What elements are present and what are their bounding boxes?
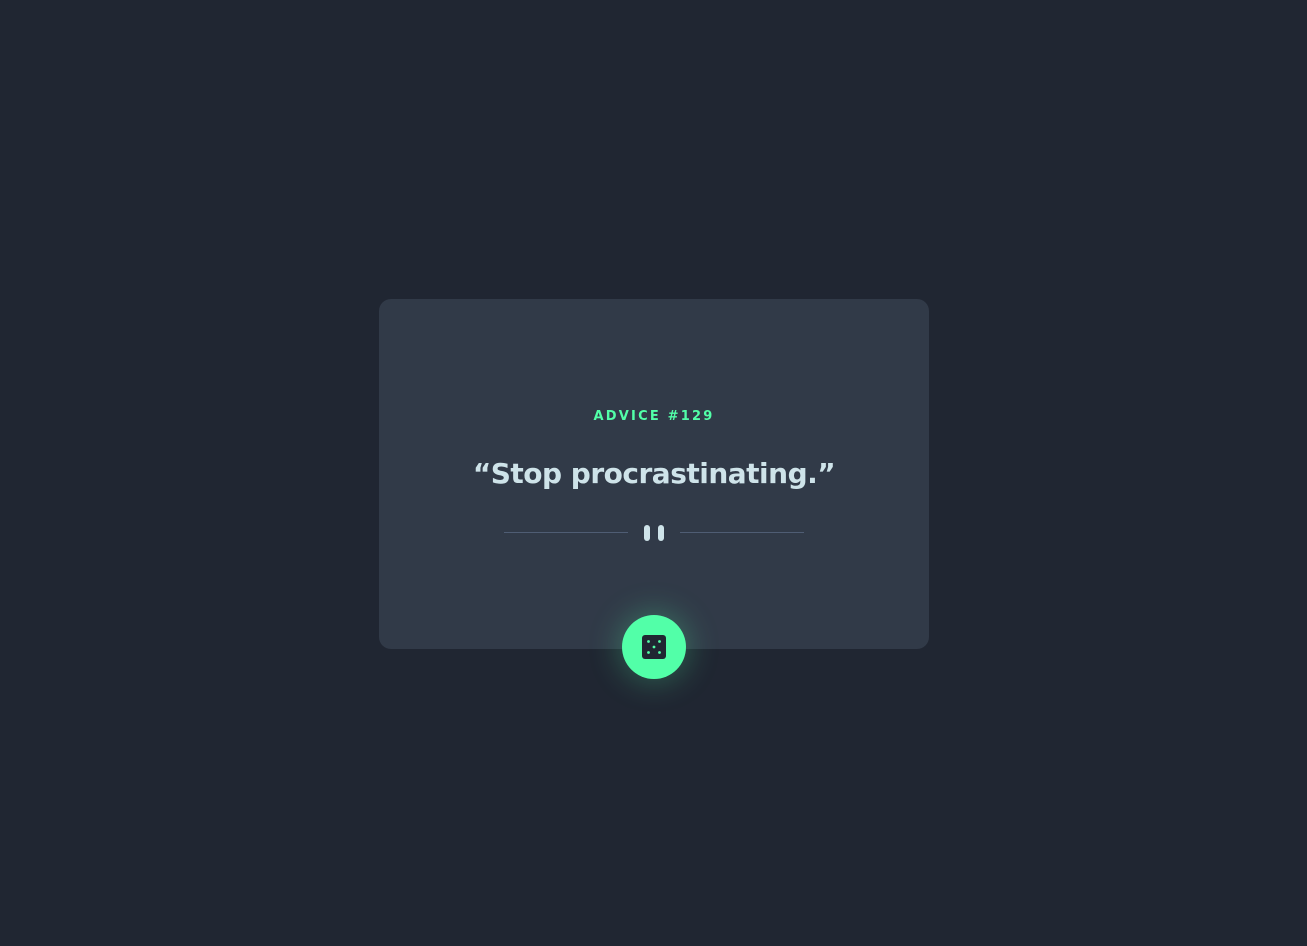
divider-line-right xyxy=(680,532,804,533)
advice-card: ADVICE #129 “Stop procrastinating.” xyxy=(379,299,929,649)
dice-icon xyxy=(642,635,666,659)
pause-icon xyxy=(644,525,664,541)
advice-quote: “Stop procrastinating.” xyxy=(472,457,836,490)
divider xyxy=(504,523,804,543)
divider-line-left xyxy=(504,532,628,533)
new-advice-button[interactable] xyxy=(622,615,686,679)
advice-id-label: ADVICE #129 xyxy=(593,409,715,424)
